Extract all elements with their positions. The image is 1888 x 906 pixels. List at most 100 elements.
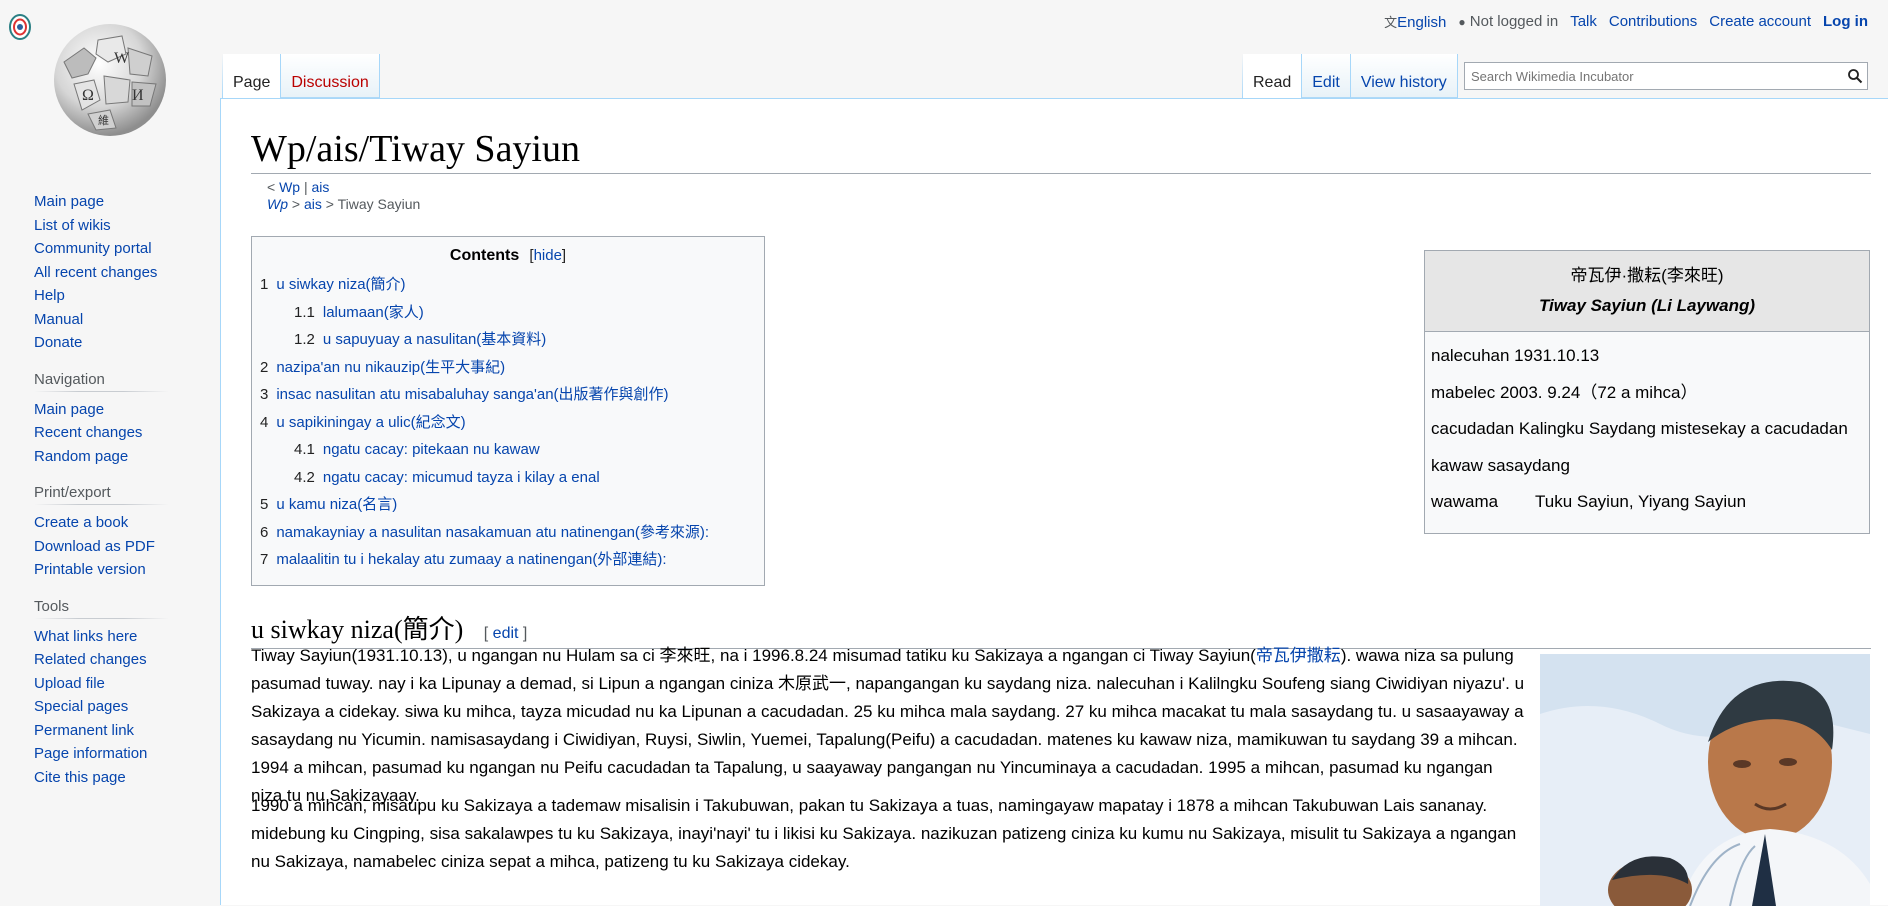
breadcrumb-ais-link-2[interactable]: ais (304, 196, 322, 212)
toc-item[interactable]: 7 malaalitin tu i hekalay atu zumaay a na… (260, 548, 756, 576)
tab-page-label[interactable]: Page (233, 74, 270, 91)
sidebar-tools-item-permanent-link[interactable]: Permanent link (34, 722, 134, 739)
portrait-image[interactable] (1540, 654, 1870, 906)
sidebar-item-donate[interactable]: Donate (34, 334, 82, 351)
toc-item[interactable]: 1.2 u sapuyuay a nasulitan(基本資料) (260, 328, 756, 356)
sidebar-item[interactable]: Random page (34, 445, 200, 469)
language-label[interactable]: English (1397, 14, 1446, 31)
sidebar-item[interactable]: Community portal (34, 237, 200, 261)
sidebar-item-main-page[interactable]: Main page (34, 193, 104, 210)
sidebar-item-list-of-wikis[interactable]: List of wikis (34, 217, 111, 234)
toc-item-link[interactable]: u kamu niza(名言) (276, 496, 397, 513)
toc-item[interactable]: 4.2 ngatu cacay: micumud tayza i kilay a … (260, 466, 756, 494)
toc-item[interactable]: 1 u siwkay niza(簡介) (260, 273, 756, 301)
log-in-link[interactable]: Log in (1823, 13, 1868, 30)
sidebar-item[interactable]: Cite this page (34, 766, 200, 790)
sidebar-item-community-portal[interactable]: Community portal (34, 240, 152, 257)
tab-discussion-label[interactable]: Discussion (291, 74, 368, 91)
tab-read-label[interactable]: Read (1253, 74, 1291, 91)
toc-item-link[interactable]: u siwkay niza(簡介) (276, 276, 405, 293)
sidebar-tools-portal: Tools What links here Related changes Uplo… (34, 597, 200, 790)
sidebar-item[interactable]: Upload file (34, 672, 200, 696)
sidebar-item[interactable]: Related changes (34, 648, 200, 672)
toc-item-number: 1.1 (294, 303, 315, 321)
sidebar-item[interactable]: Help (34, 284, 200, 308)
sidebar-nav-item-recent-changes[interactable]: Recent changes (34, 424, 142, 441)
sidebar-print-item-create-a-book[interactable]: Create a book (34, 514, 128, 531)
breadcrumb-ais-link[interactable]: ais (312, 179, 330, 195)
toc-item[interactable]: 3 insac nasulitan atu misabaluhay sanga'a… (260, 383, 756, 411)
breadcrumb-wp-italic-link[interactable]: Wp (267, 196, 288, 212)
infobox-row-job: kawaw sasaydang (1431, 455, 1570, 475)
tab-view-history-label[interactable]: View history (1361, 74, 1447, 91)
sidebar-print-item-download-as-pdf[interactable]: Download as PDF (34, 538, 155, 555)
tab-edit[interactable]: Edit (1302, 54, 1351, 98)
wiki-globe-logo-icon[interactable]: W Ω И 維 (44, 18, 176, 140)
toc-item[interactable]: 4.1 ngatu cacay: pitekaan nu kawaw (260, 438, 756, 466)
breadcrumb-current: > Tiway Sayiun (321, 196, 421, 212)
toc-item[interactable]: 4 u sapikiningay a ulic(紀念文) (260, 411, 756, 439)
edit-section-link[interactable]: edit (493, 625, 519, 642)
toc-item[interactable]: 1.1 lalumaan(家人) (260, 301, 756, 329)
tab-view-history[interactable]: View history (1350, 54, 1458, 98)
sidebar-item[interactable]: Main page (34, 398, 200, 422)
sidebar-item[interactable]: List of wikis (34, 214, 200, 238)
sidebar-item[interactable]: Create a book (34, 511, 200, 535)
contributions-link[interactable]: Contributions (1609, 13, 1697, 30)
toc-item-link[interactable]: ngatu cacay: pitekaan nu kawaw (323, 441, 540, 458)
toc-hide-link[interactable]: hide (534, 247, 562, 264)
talk-link[interactable]: Talk (1570, 13, 1597, 30)
paragraph-1-link[interactable]: 帝瓦伊撒耘 (1256, 646, 1341, 665)
toc-item-link[interactable]: nazipa'an nu nikauzip(生平大事紀) (276, 359, 505, 376)
sidebar-item-manual[interactable]: Manual (34, 311, 83, 328)
sidebar-item[interactable]: What links here (34, 625, 200, 649)
toc-toggle[interactable]: [hide] (529, 247, 566, 264)
table-of-contents: Contents [hide] 1 u siwkay niza(簡介) 1.1 lal… (251, 236, 765, 586)
infobox-title-en: Tiway Sayiun (Li Laywang) (1538, 296, 1755, 315)
tab-discussion[interactable]: Discussion (281, 54, 380, 98)
sidebar-nav-item-main-page[interactable]: Main page (34, 401, 104, 418)
sidebar-item[interactable]: Printable version (34, 558, 200, 582)
tab-page[interactable]: Page (223, 54, 282, 98)
sidebar-item[interactable]: Special pages (34, 695, 200, 719)
sidebar-tools-item-page-information[interactable]: Page information (34, 745, 147, 762)
sidebar-item[interactable]: Main page (34, 190, 200, 214)
sidebar-tools-item-upload-file[interactable]: Upload file (34, 675, 105, 692)
sidebar-item[interactable]: Recent changes (34, 421, 200, 445)
sidebar-tools-item-special-pages[interactable]: Special pages (34, 698, 128, 715)
toc-item-link[interactable]: namakayniay a nasulitan nasakamuan atu n… (276, 524, 709, 541)
sidebar-item[interactable]: Donate (34, 331, 200, 355)
sidebar-print-portal: Print/export Create a book Download as PD… (34, 484, 200, 582)
toc-item-link[interactable]: insac nasulitan atu misabaluhay sanga'an… (276, 386, 668, 403)
sidebar-item-all-recent-changes[interactable]: All recent changes (34, 264, 157, 281)
sidebar-tools-item-what-links-here[interactable]: What links here (34, 628, 137, 645)
language-link[interactable]: 文English (1384, 12, 1446, 31)
sidebar-item-help[interactable]: Help (34, 287, 65, 304)
toc-item[interactable]: 6 namakayniay a nasulitan nasakamuan atu … (260, 521, 756, 549)
sidebar-print-list: Create a book Download as PDF Printable ve… (34, 511, 200, 582)
incubator-logo-icon[interactable] (9, 9, 31, 40)
sidebar-item[interactable]: Manual (34, 308, 200, 332)
magnifier-icon[interactable] (1847, 68, 1863, 84)
toc-item-link[interactable]: lalumaan(家人) (323, 304, 424, 321)
breadcrumb-wp-link[interactable]: Wp (279, 179, 300, 195)
sidebar-tools-item-related-changes[interactable]: Related changes (34, 651, 147, 668)
sidebar-tools-item-cite-this-page[interactable]: Cite this page (34, 769, 126, 786)
toc-item-link[interactable]: u sapikiningay a ulic(紀念文) (276, 414, 465, 431)
toc-item[interactable]: 2 nazipa'an nu nikauzip(生平大事紀) (260, 356, 756, 384)
toc-item-link[interactable]: malaalitin tu i hekalay atu zumaay a nat… (276, 551, 666, 568)
sidebar-item[interactable]: Page information (34, 742, 200, 766)
sidebar-item[interactable]: Permanent link (34, 719, 200, 743)
sidebar-nav-item-random-page[interactable]: Random page (34, 448, 128, 465)
page-title: Wp/ais/Tiway Sayiun (251, 127, 1871, 174)
search-input[interactable] (1469, 64, 1829, 88)
toc-item-link[interactable]: u sapuyuay a nasulitan(基本資料) (323, 331, 546, 348)
tab-read[interactable]: Read (1243, 54, 1303, 98)
sidebar-item[interactable]: All recent changes (34, 261, 200, 285)
sidebar-print-item-printable-version[interactable]: Printable version (34, 561, 146, 578)
tab-edit-label[interactable]: Edit (1312, 74, 1340, 91)
sidebar-item[interactable]: Download as PDF (34, 535, 200, 559)
toc-item[interactable]: 5 u kamu niza(名言) (260, 493, 756, 521)
create-account-link[interactable]: Create account (1709, 13, 1811, 30)
toc-item-link[interactable]: ngatu cacay: micumud tayza i kilay a ena… (323, 469, 600, 486)
